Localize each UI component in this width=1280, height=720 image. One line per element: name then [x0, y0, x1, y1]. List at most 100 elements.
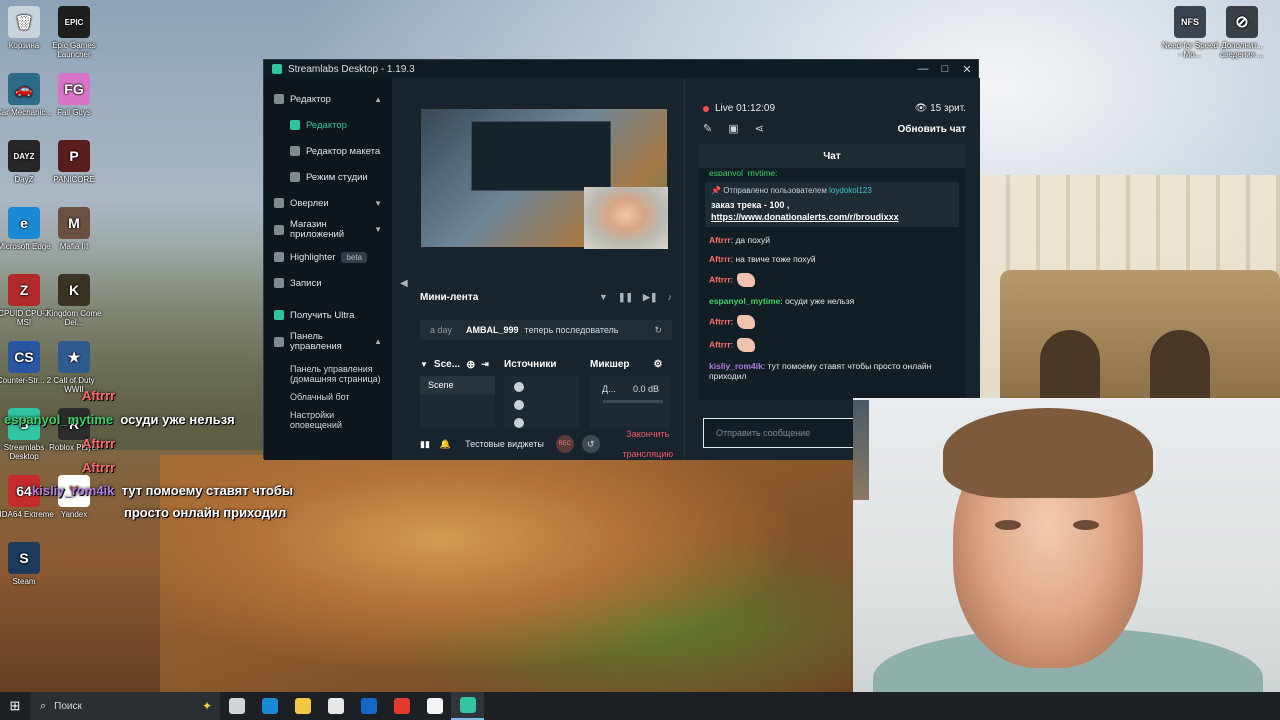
sidebar-item-dashboard-home[interactable]: Панель управления (домашняя страница) — [264, 364, 392, 384]
test-widgets-button[interactable]: Тестовые виджеты — [465, 438, 544, 451]
store-icon — [327, 698, 344, 714]
chevron-down-icon[interactable]: ▼ — [420, 360, 428, 369]
sidebar-item-cloudbot[interactable]: Облачный бот — [264, 392, 392, 402]
chat-tools: ✎ ▣ ⋖ — [703, 122, 764, 135]
maximize-button[interactable]: □ — [934, 63, 956, 76]
sidebar-item-recordings[interactable]: Записи — [264, 270, 392, 296]
desktop-icon[interactable]: EPIC Epic Games Launcher — [44, 6, 104, 59]
overlay-line-4: Aftrrr — [82, 460, 116, 475]
chat-username[interactable]: Aftrrr — [709, 274, 731, 284]
chat-username[interactable]: Aftrrr — [709, 235, 731, 245]
chat-message: Aftrrr: на твиче тоже похуй — [699, 254, 965, 264]
pencil-icon[interactable]: ✎ — [703, 122, 712, 135]
sidebar: Редактор ▲ Редактор Редактор макета Режи… — [264, 78, 392, 460]
close-button[interactable]: ✕ — [956, 63, 978, 76]
desktop-icon[interactable]: P PANICORE — [44, 140, 104, 184]
app-icon: 🗑 — [8, 6, 40, 38]
taskbar-store-button[interactable] — [319, 692, 352, 720]
end-stream-button[interactable]: Закончить трансляцию — [618, 424, 678, 464]
app-icon: ★ — [58, 341, 90, 373]
share-icon[interactable]: ⋖ — [755, 122, 764, 135]
overlay-line-1: Aftrrr — [82, 388, 116, 403]
pause-icon[interactable]: ❚❚ — [618, 292, 633, 303]
mixer-volume-slider[interactable] — [603, 400, 663, 403]
globe-source-icon[interactable] — [514, 400, 524, 410]
chevron-up-icon: ▲ — [374, 337, 382, 346]
desktop-icon[interactable]: NFS Need for Speed - Mo... — [1160, 6, 1220, 59]
desktop-icon[interactable]: ★ Call of Duty WWII — [44, 341, 104, 394]
sidebar-item-app-store[interactable]: Магазин приложений ▼ — [264, 216, 392, 244]
lock-source-icon[interactable] — [514, 418, 524, 428]
gear-icon[interactable]: ⚙ — [654, 359, 663, 370]
donation-link[interactable]: https://www.donationalerts.com/r/broudix… — [711, 211, 953, 223]
mini-feed-header: Мини-лента ▼ ❚❚ ▶❚ ♪ — [420, 292, 672, 303]
chat-username[interactable]: espanyol_mytime — [709, 296, 780, 306]
chat-username[interactable]: kisliy_rom4ik — [709, 361, 763, 371]
skip-icon[interactable]: ▶❚ — [643, 292, 657, 303]
overlay-line-6: просто онлайн приходил — [124, 505, 287, 520]
desktop-icon-label: Yandex — [60, 510, 88, 519]
chevron-left-icon[interactable]: ◀ — [400, 278, 408, 289]
taskbar-file-explorer-button[interactable] — [286, 692, 319, 720]
chat-username[interactable]: Aftrrr — [709, 254, 731, 264]
live-dot-icon — [703, 105, 709, 112]
tab-chat[interactable]: Чат — [699, 144, 965, 168]
desktop-icon[interactable]: ⊘ Дополнит... сведения ... — [1212, 6, 1272, 59]
stream-preview[interactable] — [420, 108, 668, 249]
sidebar-item-layout-editor[interactable]: Редактор макета — [264, 138, 392, 164]
desktop-icon[interactable]: FG Fall Guys — [44, 73, 104, 117]
app-icon: e — [8, 207, 40, 239]
app-icon: Z — [8, 274, 40, 306]
alert-icon[interactable]: 🔔 — [440, 439, 451, 450]
chat-username[interactable]: Aftrrr — [709, 339, 731, 349]
refresh-chat-button[interactable]: Обновить чат — [898, 124, 967, 135]
windows-start-icon[interactable]: ⊞ — [0, 698, 30, 714]
emote-icon — [737, 273, 756, 287]
app-store-icon — [274, 225, 284, 235]
chat-message-list[interactable]: espanyol_mytime: 📌 Отправлено пользовате… — [699, 168, 965, 400]
sidebar-item-dashboard[interactable]: Панель управления ▲ — [264, 328, 392, 356]
replay-icon[interactable]: ↺ — [581, 435, 600, 453]
sidebar-item-alert-settings[interactable]: Настройки оповещений — [264, 410, 392, 430]
sidebar-item-ultra[interactable]: Получить Ultra — [264, 302, 392, 328]
app-icon: M — [58, 207, 90, 239]
rec-button[interactable]: REC — [555, 435, 574, 453]
outlook-icon — [360, 698, 377, 714]
chat-message: Aftrrr: — [699, 338, 965, 352]
sidebar-item-overlays[interactable]: Оверлеи ▼ — [264, 190, 392, 216]
app-icon: NFS — [1174, 6, 1206, 38]
taskbar-streamlabs-button[interactable] — [451, 692, 484, 720]
desktop-icon[interactable]: S Steam — [0, 542, 54, 586]
desktop-icon[interactable]: K Kingdom Come Del... — [44, 274, 104, 327]
add-scene-icon[interactable]: ⊕ — [466, 358, 475, 371]
overlays-icon — [274, 198, 284, 208]
repeat-icon[interactable]: ↻ — [654, 325, 662, 336]
sidebar-item-editor[interactable]: Редактор ▲ — [264, 86, 392, 112]
filter-icon[interactable]: ▼ — [599, 292, 608, 303]
volume-icon[interactable]: ♪ — [668, 292, 673, 303]
scene-transition-icon[interactable]: ⇥ — [481, 359, 489, 370]
chat-text: : — [730, 316, 734, 327]
chat-source-icon[interactable] — [514, 382, 524, 392]
yandex-icon — [393, 698, 410, 714]
taskbar-edge-button[interactable] — [253, 692, 286, 720]
minimize-button[interactable]: — — [912, 63, 934, 76]
scene-item[interactable]: Scene — [420, 376, 495, 394]
sidebar-item-editor-sub[interactable]: Редактор — [264, 112, 392, 138]
sidebar-item-studio-mode[interactable]: Режим студии — [264, 164, 392, 190]
clip-icon[interactable]: ▣ — [728, 122, 738, 135]
chat-message-input[interactable]: Отправить сообщение — [703, 418, 855, 448]
chat-username[interactable]: Aftrrr — [709, 316, 731, 326]
taskbar-search[interactable]: ⌕ Поиск ✦ — [30, 692, 220, 720]
taskbar-yandex-button[interactable] — [385, 692, 418, 720]
streamlabs-icon — [459, 697, 476, 713]
taskbar-yandex-browser-button[interactable] — [418, 692, 451, 720]
sidebar-item-highlighter[interactable]: Highlighter beta — [264, 244, 392, 270]
desktop-icon-label: Need for Speed - Mo... — [1161, 41, 1219, 59]
desktop-icon[interactable]: M Mafia III — [44, 207, 104, 251]
taskbar-outlook-button[interactable] — [352, 692, 385, 720]
mixer-header: Микшер ⚙ — [590, 358, 663, 370]
stats-icon[interactable]: ▮▮ — [420, 439, 430, 450]
taskbar-task-view-button[interactable] — [220, 692, 253, 720]
editor-area: ◀ Мини-лента ▼ ❚❚ ▶❚ ♪ a day AMBAL_999 т… — [392, 78, 684, 460]
